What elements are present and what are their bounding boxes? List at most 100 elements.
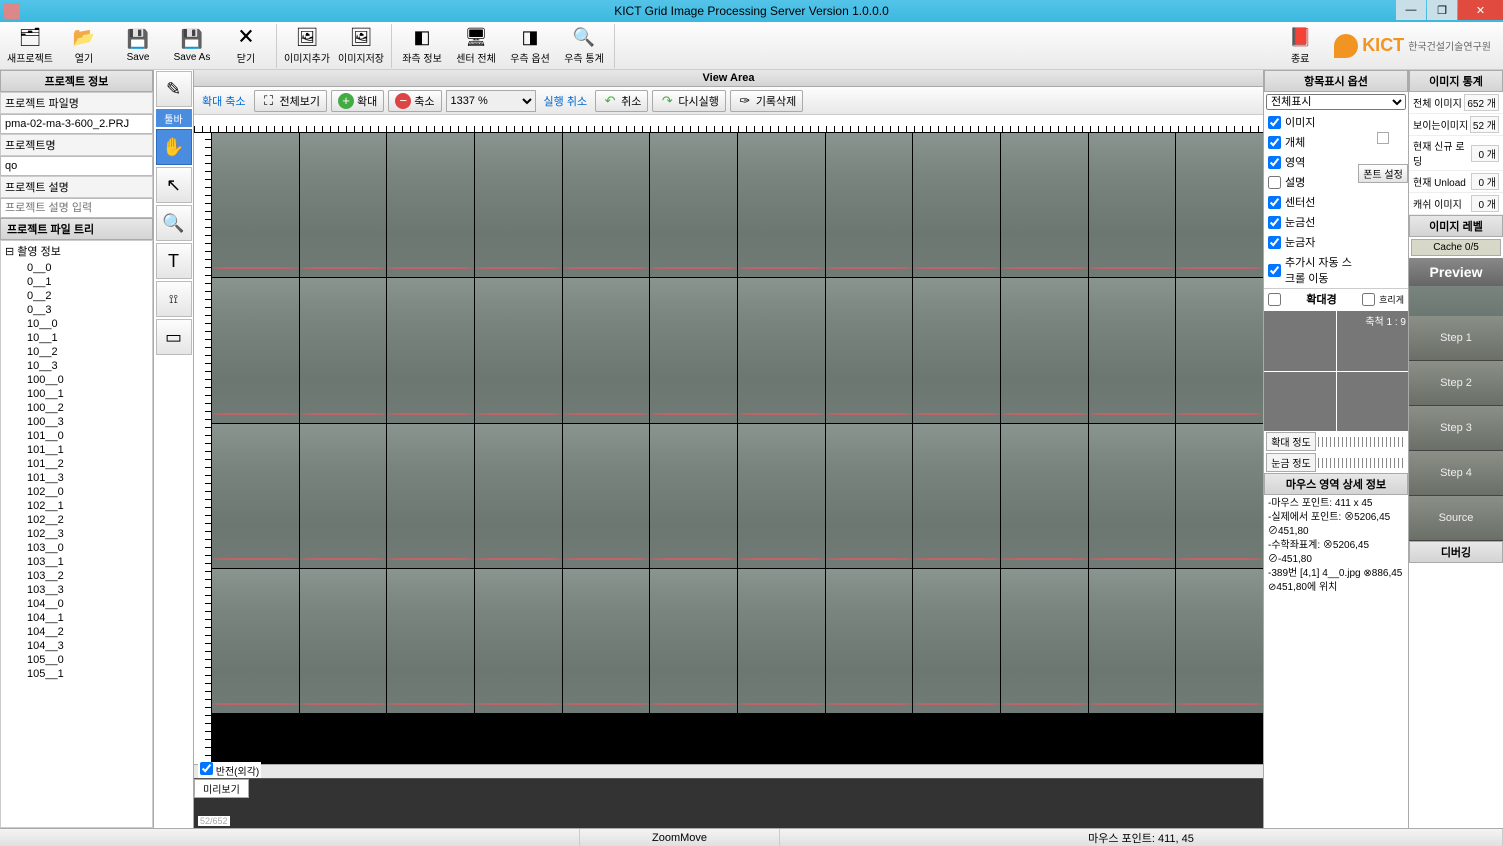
image-tile[interactable] bbox=[826, 133, 913, 277]
project-desc-input[interactable] bbox=[0, 198, 153, 218]
image-tile[interactable] bbox=[650, 278, 737, 422]
zoom-select[interactable]: 1337 % bbox=[446, 90, 536, 112]
save-image-button[interactable]: 🖼이미지저장 bbox=[335, 24, 387, 68]
save-as-button[interactable]: 💾Save As bbox=[166, 24, 218, 68]
hand-tool[interactable]: ✋ bbox=[156, 129, 192, 165]
image-tile[interactable] bbox=[300, 569, 387, 713]
chk-desc[interactable]: 설명 bbox=[1264, 172, 1358, 192]
image-tile[interactable] bbox=[826, 424, 913, 568]
image-tile[interactable] bbox=[913, 133, 1000, 277]
tree-item[interactable]: 101__3 bbox=[1, 471, 152, 485]
image-tile[interactable] bbox=[475, 569, 562, 713]
image-tile[interactable] bbox=[475, 424, 562, 568]
redo-button[interactable]: ↷다시실행 bbox=[652, 90, 725, 112]
view-all-button[interactable]: ⛶전체보기 bbox=[254, 90, 327, 112]
ruler-tool[interactable]: ⟟⟟ bbox=[156, 281, 192, 317]
add-image-button[interactable]: 🖼이미지추가 bbox=[281, 24, 333, 68]
image-tile[interactable] bbox=[212, 569, 299, 713]
image-tile[interactable] bbox=[1001, 133, 1088, 277]
zoom-precision-slider[interactable] bbox=[1318, 437, 1406, 447]
tree-item[interactable]: 101__1 bbox=[1, 443, 152, 457]
tree-item[interactable]: 102__2 bbox=[1, 513, 152, 527]
tree-item[interactable]: 104__1 bbox=[1, 611, 152, 625]
tree-item[interactable]: 101__0 bbox=[1, 429, 152, 443]
image-tile[interactable] bbox=[1089, 424, 1176, 568]
rect-tool[interactable]: ▭ bbox=[156, 319, 192, 355]
open-button[interactable]: 📂열기 bbox=[58, 24, 110, 68]
exit-button[interactable]: 📕종료 bbox=[1274, 24, 1326, 68]
blur-toggle[interactable]: 흐리게 bbox=[1362, 293, 1404, 306]
chk-ruler[interactable]: 눈금자 bbox=[1264, 232, 1358, 252]
minimize-button[interactable]: — bbox=[1396, 0, 1426, 20]
tree-item[interactable]: 100__1 bbox=[1, 387, 152, 401]
tree-item[interactable]: 0__3 bbox=[1, 303, 152, 317]
tree-item[interactable]: 105__1 bbox=[1, 667, 152, 681]
image-canvas[interactable] bbox=[212, 133, 1263, 764]
pen-tool[interactable]: ✎ bbox=[156, 71, 192, 107]
file-tree[interactable]: 촬영 정보 0__00__10__20__310__010__110__210_… bbox=[0, 240, 153, 828]
zoom-out-button[interactable]: −축소 bbox=[388, 90, 441, 112]
tree-item[interactable]: 102__3 bbox=[1, 527, 152, 541]
image-tile[interactable] bbox=[212, 278, 299, 422]
tree-root[interactable]: 촬영 정보 bbox=[1, 241, 152, 261]
image-tile[interactable] bbox=[913, 424, 1000, 568]
tree-item[interactable]: 0__2 bbox=[1, 289, 152, 303]
image-tile[interactable] bbox=[1001, 569, 1088, 713]
image-tile[interactable] bbox=[913, 569, 1000, 713]
image-tile[interactable] bbox=[300, 133, 387, 277]
tree-item[interactable]: 100__2 bbox=[1, 401, 152, 415]
image-tile[interactable] bbox=[913, 278, 1000, 422]
thumbnail-bar[interactable]: 미리보기 52/652 bbox=[194, 778, 1263, 828]
chk-object[interactable]: 개체 bbox=[1264, 132, 1358, 152]
project-name-input[interactable] bbox=[0, 156, 153, 176]
step1-button[interactable]: Step 1 bbox=[1409, 316, 1503, 361]
image-tile[interactable] bbox=[563, 424, 650, 568]
image-tile[interactable] bbox=[738, 133, 825, 277]
image-tile[interactable] bbox=[212, 424, 299, 568]
left-info-button[interactable]: ◧좌측 정보 bbox=[396, 24, 448, 68]
image-tile[interactable] bbox=[1089, 133, 1176, 277]
save-button[interactable]: 💾Save bbox=[112, 24, 164, 68]
tree-item[interactable]: 103__0 bbox=[1, 541, 152, 555]
image-tile[interactable] bbox=[563, 278, 650, 422]
tree-item[interactable]: 104__3 bbox=[1, 639, 152, 653]
tree-item[interactable]: 105__0 bbox=[1, 653, 152, 667]
image-tile[interactable] bbox=[738, 569, 825, 713]
preview-header[interactable]: Preview bbox=[1409, 258, 1503, 286]
image-tile[interactable] bbox=[300, 424, 387, 568]
zoom-in-button[interactable]: +확대 bbox=[331, 90, 384, 112]
image-tile[interactable] bbox=[1176, 424, 1263, 568]
center-all-button[interactable]: 🖥센터 전체 bbox=[450, 24, 502, 68]
image-tile[interactable] bbox=[1089, 278, 1176, 422]
image-tile[interactable] bbox=[650, 133, 737, 277]
tree-item[interactable]: 104__0 bbox=[1, 597, 152, 611]
tree-item[interactable]: 101__2 bbox=[1, 457, 152, 471]
tree-item[interactable]: 100__3 bbox=[1, 415, 152, 429]
tree-item[interactable]: 0__1 bbox=[1, 275, 152, 289]
tree-item[interactable]: 10__2 bbox=[1, 345, 152, 359]
step3-button[interactable]: Step 3 bbox=[1409, 406, 1503, 451]
image-tile[interactable] bbox=[1176, 133, 1263, 277]
right-option-button[interactable]: ◨우측 옵션 bbox=[504, 24, 556, 68]
project-file-input[interactable] bbox=[0, 114, 153, 134]
image-tile[interactable] bbox=[212, 133, 299, 277]
display-select[interactable]: 전체표시 bbox=[1266, 94, 1406, 110]
horizontal-scrollbar[interactable] bbox=[194, 764, 1263, 778]
image-tile[interactable] bbox=[387, 278, 474, 422]
image-tile[interactable] bbox=[826, 569, 913, 713]
image-tile[interactable] bbox=[1176, 569, 1263, 713]
close-project-button[interactable]: 🗙닫기 bbox=[220, 24, 272, 68]
chk-centerline[interactable]: 센터선 bbox=[1264, 192, 1358, 212]
image-tile[interactable] bbox=[387, 569, 474, 713]
grid-precision-slider[interactable] bbox=[1318, 458, 1406, 468]
source-button[interactable]: Source bbox=[1409, 496, 1503, 541]
image-tile[interactable] bbox=[387, 424, 474, 568]
chk-gridline[interactable]: 눈금선 bbox=[1264, 212, 1358, 232]
image-tile[interactable] bbox=[826, 278, 913, 422]
image-tile[interactable] bbox=[738, 278, 825, 422]
tree-item[interactable]: 103__2 bbox=[1, 569, 152, 583]
image-tile[interactable] bbox=[650, 569, 737, 713]
image-tile[interactable] bbox=[475, 278, 562, 422]
tree-item[interactable]: 103__1 bbox=[1, 555, 152, 569]
image-tile[interactable] bbox=[738, 424, 825, 568]
